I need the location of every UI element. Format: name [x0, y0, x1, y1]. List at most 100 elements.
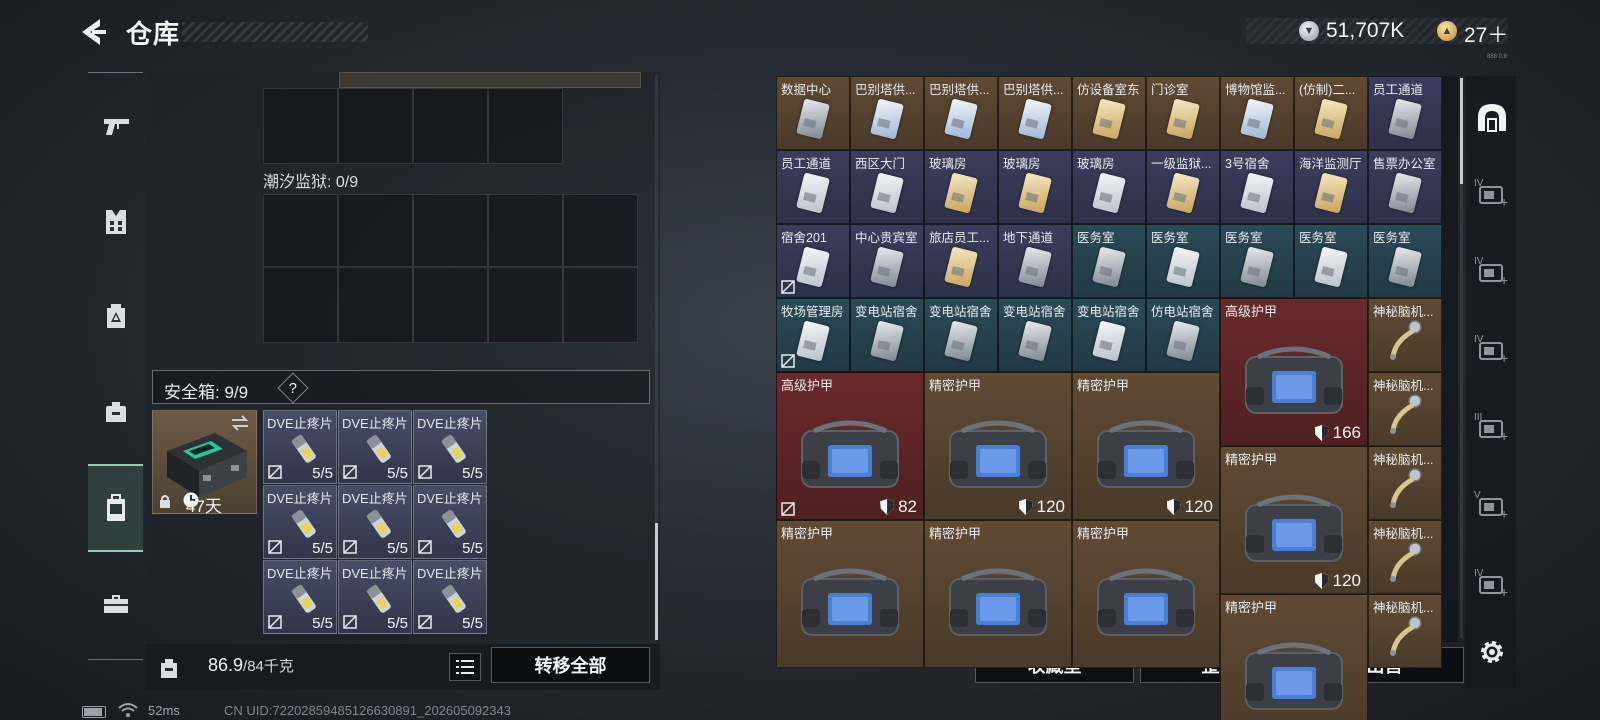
grid-slot[interactable] [413, 88, 488, 164]
filter-v-money-icon[interactable]: V + [1472, 482, 1512, 526]
storage-scrollbar-thumb[interactable] [1460, 78, 1463, 184]
transfer-all-button[interactable]: 转移全部 [491, 647, 650, 683]
keycard-slot[interactable]: 3号宿舍 [1220, 150, 1294, 224]
keycard-slot[interactable]: 数据中心 [776, 76, 850, 150]
keycard-slot[interactable]: 玻璃房 [924, 150, 998, 224]
nav-bag[interactable] [88, 380, 143, 444]
grid-slot[interactable] [488, 88, 563, 164]
keycard-slot[interactable]: 海洋监测厅 [1294, 150, 1368, 224]
nav-backpack[interactable] [88, 284, 143, 348]
grid-slot[interactable] [339, 72, 641, 88]
med-slot[interactable]: DVE止疼片 5/5 [263, 560, 337, 634]
grid-slot[interactable] [338, 267, 413, 343]
grid-slot[interactable] [488, 194, 563, 267]
keycard-slot[interactable]: 变电站宿舍 [850, 298, 924, 372]
keycard-slot[interactable]: 宿舍201 [776, 224, 850, 298]
keycard-icon [1314, 98, 1348, 140]
keycard-slot[interactable]: 旅店员工... [924, 224, 998, 298]
keycard-slot[interactable]: 门诊室 [1146, 76, 1220, 150]
armor-slot[interactable]: 精密护甲 [1072, 520, 1220, 668]
keycard-slot[interactable]: 牧场管理房 [776, 298, 850, 372]
keycard-slot[interactable]: 医务室 [1368, 224, 1442, 298]
keycard-slot[interactable]: 玻璃房 [1072, 150, 1146, 224]
keycard-slot[interactable]: 变电站宿舍 [1072, 298, 1146, 372]
keycard-slot[interactable]: 巴别塔供... [850, 76, 924, 150]
keycard-slot[interactable]: 博物馆监... [1220, 76, 1294, 150]
keycard-slot[interactable]: 变电站宿舍 [998, 298, 1072, 372]
armor-bag-icon [1097, 568, 1195, 637]
keycard-icon [870, 98, 904, 140]
med-slot[interactable]: DVE止疼片 5/5 [338, 410, 412, 484]
armor-slot[interactable]: 高级护甲 166 [1220, 298, 1368, 446]
filter-iv-folder-icon[interactable]: IV + [1472, 326, 1512, 370]
armor-slot[interactable]: 高级护甲 82 [776, 372, 924, 520]
keycard-slot[interactable]: 西区大门 [850, 150, 924, 224]
armor-slot[interactable]: 精密护甲 [1220, 594, 1368, 720]
filter-iv-money-icon[interactable]: IV + [1472, 560, 1512, 604]
painkiller-icon [441, 509, 466, 538]
filter-iv-add-icon[interactable]: IV + [1472, 248, 1512, 292]
keycard-slot[interactable]: 员工通道 [776, 150, 850, 224]
armor-slot[interactable]: 精密护甲 [924, 520, 1072, 668]
nav-vest[interactable] [88, 190, 143, 254]
keycard-slot[interactable]: 巴别塔供... [998, 76, 1072, 150]
armor-slot[interactable]: 精密护甲 120 [924, 372, 1072, 520]
keycard-slot[interactable]: 中心贵宾室 [850, 224, 924, 298]
settings-button[interactable] [1472, 630, 1512, 674]
grid-slot[interactable] [413, 194, 488, 267]
left-scrollbar-thumb[interactable] [655, 523, 658, 640]
keycard-slot[interactable]: 医务室 [1220, 224, 1294, 298]
keycard-slot[interactable]: 员工通道 [1368, 76, 1442, 150]
med-slot[interactable]: DVE止疼片 5/5 [413, 485, 487, 559]
med-slot[interactable]: DVE止疼片 5/5 [263, 485, 337, 559]
keycard-slot[interactable]: 仿电站宿舍 [1146, 298, 1220, 372]
brain-chip-slot[interactable]: 神秘脑机... [1368, 520, 1442, 594]
keycard-slot[interactable]: 医务室 [1146, 224, 1220, 298]
grid-slot[interactable] [263, 194, 338, 267]
brain-chip-slot[interactable]: 神秘脑机... [1368, 594, 1442, 668]
nav-weapon[interactable] [88, 94, 143, 158]
keycard-slot[interactable]: (仿制)二... [1294, 76, 1368, 150]
keycard-slot[interactable]: 仿设备室东 [1072, 76, 1146, 150]
keycard-slot[interactable]: 一级监狱... [1146, 150, 1220, 224]
med-slot[interactable]: DVE止疼片 5/5 [413, 410, 487, 484]
safe-box-label: 安全箱: 9/9 [164, 383, 249, 402]
grid-slot[interactable] [488, 267, 563, 343]
keycard-slot[interactable]: 变电站宿舍 [924, 298, 998, 372]
iv-folder-icon: IV+ [1474, 334, 1508, 365]
med-slot[interactable]: DVE止疼片 5/5 [413, 560, 487, 634]
back-button[interactable] [78, 16, 110, 48]
med-slot[interactable]: DVE止疼片 5/5 [263, 410, 337, 484]
grid-slot[interactable] [563, 267, 638, 343]
brain-chip-slot[interactable]: 神秘脑机... [1368, 372, 1442, 446]
grid-slot[interactable] [263, 88, 338, 164]
list-view-button[interactable] [449, 653, 481, 681]
med-slot[interactable]: DVE止疼片 5/5 [338, 560, 412, 634]
keycard-slot[interactable]: 地下通道 [998, 224, 1072, 298]
keycard-slot[interactable]: 医务室 [1072, 224, 1146, 298]
keycard-slot[interactable]: 医务室 [1294, 224, 1368, 298]
filter-arch-icon[interactable] [1472, 96, 1512, 140]
keycard-slot[interactable]: 玻璃房 [998, 150, 1072, 224]
keycard-slot[interactable]: 巴别塔供... [924, 76, 998, 150]
armor-slot[interactable]: 精密护甲 120 [1072, 372, 1220, 520]
brain-chip-slot[interactable]: 神秘脑机... [1368, 446, 1442, 520]
nav-toolbox[interactable] [88, 572, 143, 636]
med-slot[interactable]: DVE止疼片 5/5 [338, 485, 412, 559]
grid-slot[interactable] [413, 267, 488, 343]
token-value[interactable]: 27＋ [1464, 19, 1508, 49]
grid-slot[interactable] [563, 194, 638, 267]
armor-slot[interactable]: 精密护甲 [776, 520, 924, 668]
grid-slot[interactable] [263, 267, 338, 343]
brain-chip-slot[interactable]: 神秘脑机... [1368, 298, 1442, 372]
armor-slot[interactable]: 精密护甲 120 [1220, 446, 1368, 594]
grid-slot[interactable] [338, 88, 413, 164]
swap-icon[interactable] [230, 415, 250, 431]
svg-text:+: + [1500, 272, 1508, 287]
keycard-slot[interactable]: 售票办公室 [1368, 150, 1442, 224]
filter-iii-warning-icon[interactable]: III + [1472, 404, 1512, 448]
item-name: 医务室 [1225, 231, 1263, 245]
filter-iv-add-icon[interactable]: IV + [1472, 170, 1512, 214]
nav-safe-box[interactable] [88, 464, 143, 552]
grid-slot[interactable] [338, 194, 413, 267]
